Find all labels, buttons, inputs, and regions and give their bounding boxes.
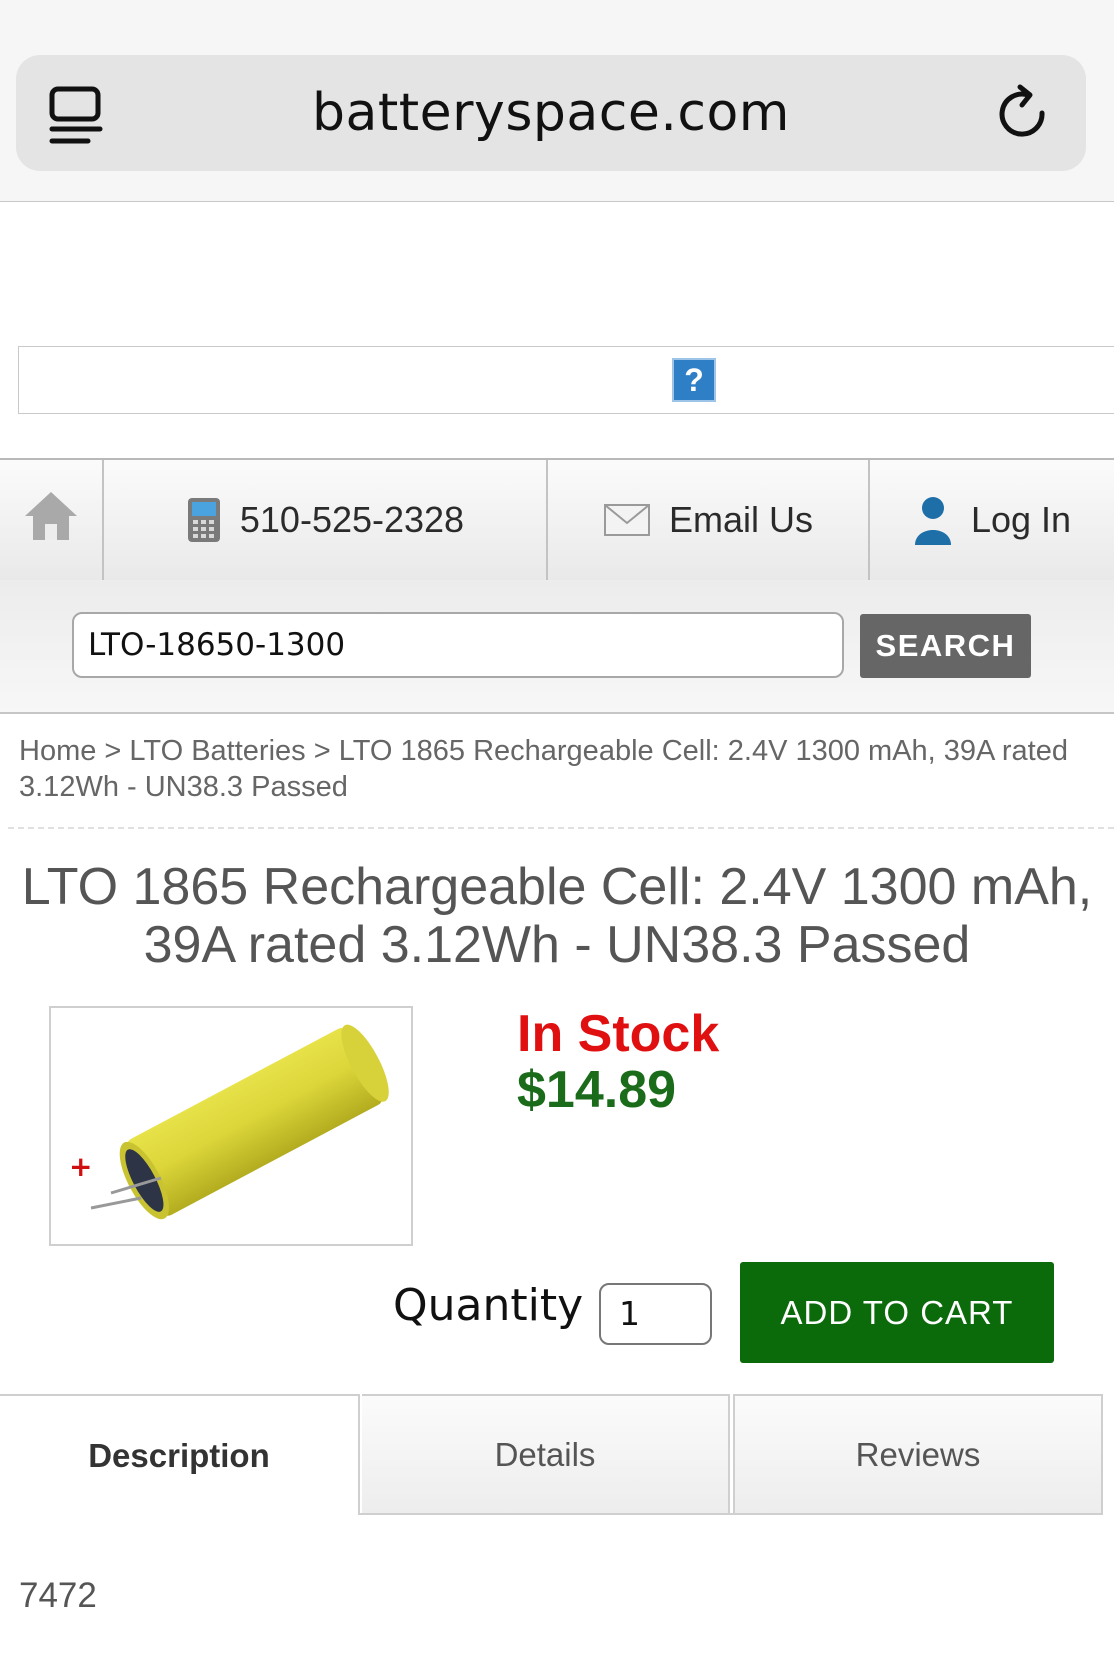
reload-icon[interactable] [994,83,1056,147]
breadcrumb-separator: > [313,735,331,767]
url-text[interactable]: batteryspace.com [16,83,1086,143]
breadcrumb-separator: > [104,735,122,767]
product-title-line: 39A rated 3.12Wh - UN38.3 Passed [143,916,971,974]
breadcrumb-category[interactable]: LTO Batteries [129,735,305,767]
nav-email[interactable]: Email Us [548,460,870,580]
tab-reviews[interactable]: Reviews [733,1394,1103,1515]
login-label: Log In [970,499,1072,540]
broken-image-icon: ? [672,358,716,402]
tab-details[interactable]: Details [362,1394,730,1515]
email-label: Email Us [668,499,814,540]
mail-icon [603,503,651,537]
product-title-line: LTO 1865 Rechargeable Cell: 2.4V 1300 mA… [21,858,1093,916]
price: $14.89 [517,1061,677,1119]
stock-status: In Stock [517,1005,720,1063]
search-button[interactable]: SEARCH [860,614,1031,678]
battery-cell-image: + [69,1024,389,1220]
tab-description[interactable]: Description [0,1394,360,1515]
nav-phone[interactable]: 510-525-2328 [104,460,548,580]
positive-terminal-mark: + [69,1150,92,1183]
address-bar[interactable]: batteryspace.com [16,55,1086,171]
top-nav: 510-525-2328 Email Us Log In [0,458,1114,582]
description-text: 7472 [19,1576,97,1615]
breadcrumb-home[interactable]: Home [19,735,96,767]
user-icon [913,495,953,545]
divider [8,827,1114,829]
product-title: LTO 1865 Rechargeable Cell: 2.4V 1300 mA… [0,858,1114,974]
quantity-input[interactable]: 1 [599,1283,712,1345]
quantity-label: Quantity [393,1280,584,1331]
search-bar: LTO-18650-1300 SEARCH [0,580,1114,714]
banner-placeholder: ? [18,346,1114,414]
add-to-cart-button[interactable]: ADD TO CART [740,1262,1054,1363]
search-input[interactable]: LTO-18650-1300 [72,612,844,678]
breadcrumb: Home > LTO Batteries > LTO 1865 Recharge… [19,733,1079,805]
tab-underline [360,1513,1103,1515]
browser-toolbar: batteryspace.com [0,0,1114,202]
phone-icon [186,496,222,544]
home-icon [21,488,81,553]
product-image[interactable]: + [49,1006,413,1246]
phone-number: 510-525-2328 [239,499,465,540]
nav-home[interactable] [0,460,104,580]
nav-login[interactable]: Log In [870,460,1114,580]
